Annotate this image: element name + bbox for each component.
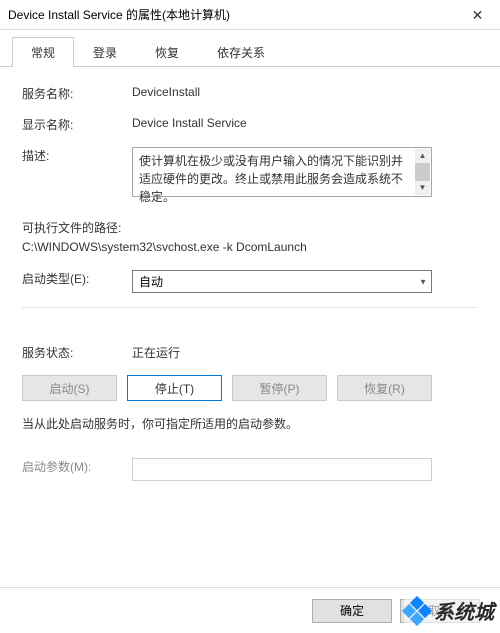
titlebar: Device Install Service 的属性(本地计算机) ✕ (0, 0, 500, 30)
pause-button: 暂停(P) (232, 375, 327, 401)
chevron-down-icon: ▼ (419, 277, 427, 286)
divider (22, 307, 478, 308)
startup-hint: 当从此处启动服务时，你可指定所适用的启动参数。 (22, 415, 478, 432)
description-text: 使计算机在极少或没有用户输入的情况下能识别并适应硬件的更改。终止或禁用此服务会造… (139, 152, 414, 206)
watermark: 系统城 (404, 596, 500, 625)
description-label: 描述: (22, 147, 132, 164)
resume-button: 恢复(R) (337, 375, 432, 401)
service-name-value: DeviceInstall (132, 85, 478, 99)
scroll-up-icon[interactable]: ▲ (415, 149, 430, 163)
service-status-value: 正在运行 (132, 344, 478, 361)
service-control-buttons: 启动(S) 停止(T) 暂停(P) 恢复(R) (22, 375, 478, 401)
close-button[interactable]: ✕ (455, 0, 500, 30)
service-status-label: 服务状态: (22, 344, 132, 361)
tab-recovery[interactable]: 恢复 (136, 37, 198, 67)
startup-type-value: 自动 (139, 273, 163, 290)
exe-path-value: C:\WINDOWS\system32\svchost.exe -k DcomL… (22, 240, 478, 254)
stop-button[interactable]: 停止(T) (127, 375, 222, 401)
tab-bar: 常规 登录 恢复 依存关系 (0, 30, 500, 67)
ok-button[interactable]: 确定 (312, 599, 392, 623)
display-name-label: 显示名称: (22, 116, 132, 133)
watermark-text: 系统城 (434, 596, 494, 625)
scrollbar-thumb[interactable] (415, 163, 430, 183)
startup-type-select[interactable]: 自动 ▼ (132, 270, 432, 293)
service-name-label: 服务名称: (22, 85, 132, 102)
close-icon: ✕ (472, 7, 484, 24)
start-params-label: 启动参数(M): (22, 458, 132, 475)
tab-logon[interactable]: 登录 (74, 37, 136, 67)
tab-dependencies[interactable]: 依存关系 (198, 37, 284, 67)
start-button: 启动(S) (22, 375, 117, 401)
display-name-value: Device Install Service (132, 116, 478, 130)
exe-path-label: 可执行文件的路径: (22, 219, 478, 236)
content-panel: 服务名称: DeviceInstall 显示名称: Device Install… (0, 67, 500, 505)
description-box[interactable]: 使计算机在极少或没有用户输入的情况下能识别并适应硬件的更改。终止或禁用此服务会造… (132, 147, 432, 197)
tab-general[interactable]: 常规 (12, 37, 74, 67)
scroll-down-icon[interactable]: ▼ (415, 181, 430, 195)
start-params-input (132, 458, 432, 481)
startup-type-label: 启动类型(E): (22, 270, 132, 287)
watermark-icon (404, 598, 430, 624)
window-title: Device Install Service 的属性(本地计算机) (8, 6, 230, 23)
